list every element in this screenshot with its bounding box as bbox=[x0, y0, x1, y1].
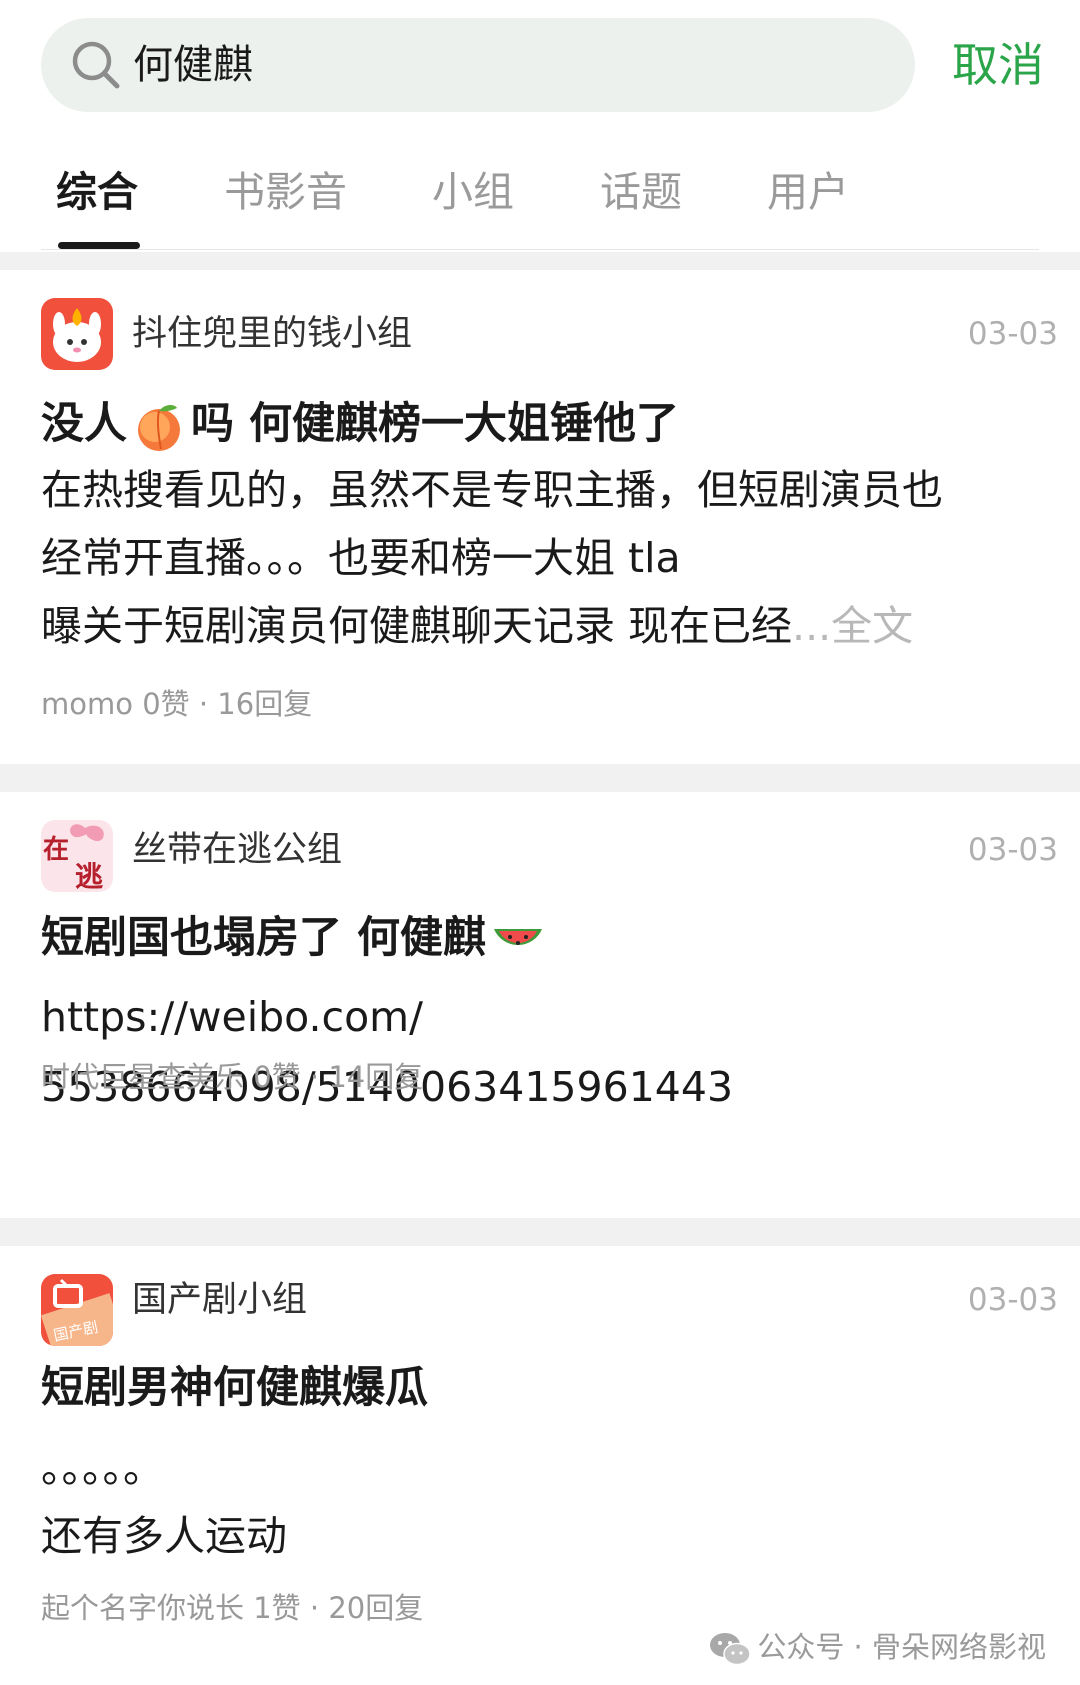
search-box[interactable] bbox=[41, 18, 915, 112]
section-gap bbox=[0, 764, 1080, 792]
peach-icon bbox=[138, 404, 180, 451]
post-body[interactable]: 。。。。。 还有多人运动 bbox=[41, 1434, 1051, 1570]
body-line: 经常开直播。。。也要和榜一大姐 tla bbox=[41, 534, 681, 582]
group-name[interactable]: 丝带在逃公组 bbox=[132, 825, 342, 875]
post-date: 03-03 bbox=[967, 316, 1058, 352]
post-title[interactable]: 没人 吗 何健麒榜一大姐锤他了 bbox=[41, 392, 679, 456]
post-title[interactable]: 短剧国也塌房了 何健麒 bbox=[41, 906, 550, 970]
group-avatar[interactable]: 在 逃 bbox=[41, 820, 113, 892]
search-icon bbox=[72, 41, 120, 89]
wechat-icon bbox=[710, 1633, 752, 1666]
post-card[interactable]: 抖住兜里的钱小组 03-03 没人 吗 何健麒榜一大姐锤他了 在热搜看见的，虽然… bbox=[0, 270, 1080, 764]
read-more-link[interactable]: ...全文 bbox=[792, 602, 913, 650]
body-line: https://weibo.com/ bbox=[41, 993, 423, 1041]
group-avatar[interactable]: 国产剧 bbox=[41, 1274, 113, 1346]
watermelon-icon bbox=[493, 928, 542, 945]
tab-users[interactable]: 用户 bbox=[767, 162, 849, 222]
watermark-text: 公众号 · 骨朵网络影视 bbox=[757, 1630, 1046, 1664]
tab-groups[interactable]: 小组 bbox=[432, 162, 514, 222]
group-avatar-image: 在 逃 bbox=[41, 820, 113, 892]
cancel-button[interactable]: 取消 bbox=[952, 30, 1044, 100]
title-text: 短剧男神何健麒爆瓜 bbox=[41, 1363, 428, 1413]
post-meta: momo 0赞 · 16回复 bbox=[41, 687, 313, 721]
tab-topics[interactable]: 话题 bbox=[600, 162, 682, 222]
search-input[interactable] bbox=[133, 18, 893, 112]
post-date: 03-03 bbox=[967, 1282, 1058, 1318]
section-gap bbox=[0, 252, 1080, 270]
tab-comprehensive[interactable]: 综合 bbox=[56, 162, 138, 222]
app-screen: 取消 综合 书影音 小组 话题 用户 抖住兜里的钱小组 03-03 bbox=[0, 0, 1080, 1685]
svg-text:逃: 逃 bbox=[75, 860, 103, 892]
post-title[interactable]: 短剧男神何健麒爆瓜 bbox=[41, 1356, 428, 1420]
active-tab-indicator bbox=[58, 242, 140, 249]
group-avatar-image bbox=[41, 298, 113, 370]
section-gap bbox=[0, 1218, 1080, 1246]
group-avatar[interactable] bbox=[41, 298, 113, 370]
group-avatar-image: 国产剧 bbox=[41, 1274, 113, 1346]
post-card[interactable]: 在 逃 丝带在逃公组 03-03 短剧国也塌房了 何健麒 https://wei… bbox=[0, 792, 1080, 1220]
title-text: 短剧国也塌房了 何健麒 bbox=[41, 913, 486, 963]
body-line: 曝关于短剧演员何健麒聊天记录 现在已经...全文 bbox=[41, 592, 1051, 660]
body-line: 。。。。。 bbox=[41, 1444, 164, 1492]
post-body[interactable]: https://weibo.com/ 5538664098/5140063415… bbox=[41, 982, 1051, 1122]
title-text: 吗 何健麒榜一大姐锤他了 bbox=[191, 399, 679, 449]
post-meta: 时代巨星查美乐 0赞 · 14回复 bbox=[41, 1060, 424, 1094]
body-line: 还有多人运动 bbox=[41, 1512, 287, 1560]
post-body[interactable]: 在热搜看见的，虽然不是专职主播，但短剧演员也 经常开直播。。。也要和榜一大姐 t… bbox=[41, 456, 1051, 660]
group-name[interactable]: 抖住兜里的钱小组 bbox=[132, 309, 412, 359]
group-name[interactable]: 国产剧小组 bbox=[132, 1275, 307, 1325]
post-meta: 起个名字你说长 1赞 · 20回复 bbox=[41, 1591, 424, 1625]
wechat-watermark: 公众号 · 骨朵网络影视 bbox=[709, 1622, 1046, 1672]
search-tabs: 综合 书影音 小组 话题 用户 bbox=[0, 150, 1080, 250]
body-line: 在热搜看见的，虽然不是专职主播，但短剧演员也 bbox=[41, 466, 943, 514]
title-text: 没人 bbox=[41, 399, 127, 449]
search-header: 取消 bbox=[0, 0, 1080, 130]
svg-text:在: 在 bbox=[43, 835, 69, 865]
post-card[interactable]: 国产剧 国产剧小组 03-03 短剧男神何健麒爆瓜 。。。。。 还有多人运动 起… bbox=[0, 1246, 1080, 1685]
post-date: 03-03 bbox=[967, 832, 1058, 868]
tab-books-movies-music[interactable]: 书影音 bbox=[224, 162, 347, 222]
body-text: 曝关于短剧演员何健麒聊天记录 现在已经 bbox=[41, 602, 793, 650]
tabs-divider bbox=[41, 249, 1039, 250]
